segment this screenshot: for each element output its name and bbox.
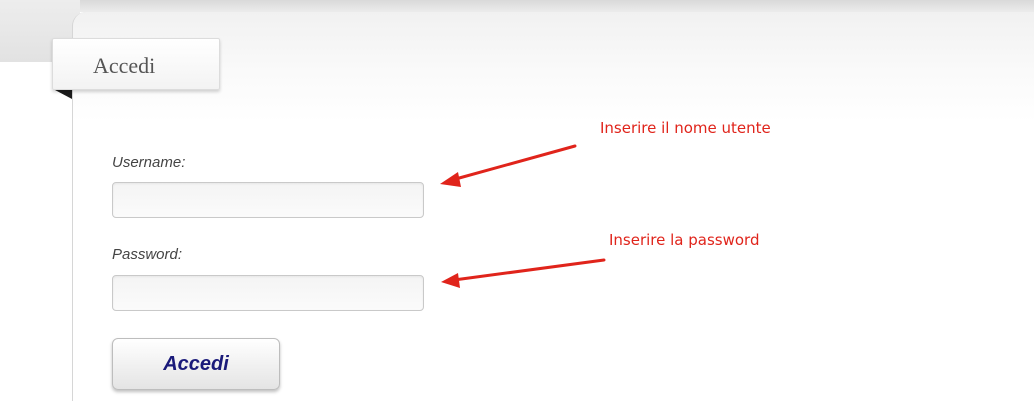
- login-page: Accedi Username: Password: Accedi Inseri…: [0, 0, 1034, 401]
- arrow-left-icon: [441, 258, 606, 288]
- annotation-arrows: [440, 144, 606, 288]
- arrow-left-icon: [440, 144, 577, 187]
